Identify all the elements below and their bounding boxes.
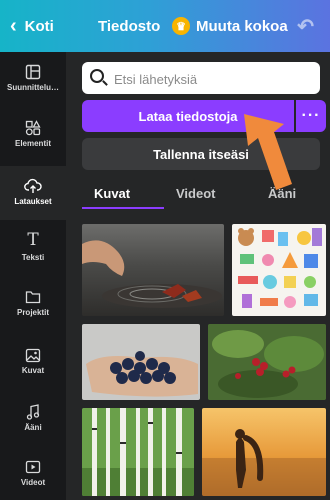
- sidebar-item-label: Suunnittelu…: [7, 83, 59, 92]
- sidebar-item-label: Kuvat: [21, 366, 45, 375]
- sidebar-item-uploads[interactable]: Lataukset: [0, 166, 66, 220]
- uploaded-image-birch-forest[interactable]: [82, 408, 194, 496]
- sidebar-item-label: Elementit: [14, 139, 51, 148]
- chevron-left-icon: ‹: [10, 15, 17, 37]
- undo-icon[interactable]: ↶: [297, 0, 314, 52]
- record-yourself-button[interactable]: Tallenna itseäsi: [82, 138, 320, 170]
- sidebar: Suunnittelu… Elementit Lataukset T Tekst…: [0, 52, 66, 500]
- uploads-panel: Lataa tiedostoja ··· Tallenna itseäsi Ku…: [66, 52, 330, 500]
- lingonberries-photo: [208, 324, 326, 400]
- sidebar-item-text[interactable]: T Teksti: [0, 230, 66, 270]
- sidebar-item-design[interactable]: Suunnittelu…: [0, 60, 66, 104]
- tab-videos[interactable]: Videot: [176, 186, 216, 201]
- sidebar-item-projects[interactable]: Projektit: [0, 288, 66, 328]
- tab-photos[interactable]: Kuvat: [94, 186, 130, 201]
- toys-illustration: [238, 228, 322, 308]
- search-box[interactable]: [82, 62, 320, 96]
- tab-audio[interactable]: Ääni: [268, 186, 296, 201]
- resize-button[interactable]: ♛ Muuta kokoa: [172, 0, 288, 52]
- uploaded-image-toys[interactable]: [232, 224, 326, 316]
- top-bar: ‹ Koti Tiedosto ♛ Muuta kokoa ↶: [0, 0, 330, 52]
- search-icon: [90, 69, 104, 83]
- cloud-upload-icon: [24, 178, 42, 193]
- text-icon: T: [27, 230, 39, 250]
- sidebar-item-label: Videot: [20, 478, 46, 487]
- sidebar-item-label: Teksti: [21, 253, 45, 262]
- search-input[interactable]: [112, 62, 316, 96]
- sidebar-item-label: Lataukset: [14, 197, 52, 206]
- upload-files-button[interactable]: Lataa tiedostoja: [82, 100, 294, 132]
- elements-icon: [25, 120, 41, 136]
- uploaded-image-lingonberries[interactable]: [208, 324, 326, 400]
- crown-icon: ♛: [172, 17, 190, 35]
- active-tab-indicator: [82, 207, 164, 209]
- layout-icon: [25, 64, 41, 80]
- file-menu-button[interactable]: Tiedosto: [98, 0, 160, 52]
- resize-label: Muuta kokoa: [196, 17, 288, 35]
- folder-icon: [25, 291, 41, 304]
- birch-forest-photo: [82, 408, 194, 496]
- music-icon: [26, 404, 40, 420]
- uploaded-image-blueberries[interactable]: [82, 324, 200, 400]
- sidebar-item-label: Projektit: [16, 308, 49, 317]
- sidebar-item-audio[interactable]: Ääni: [0, 402, 66, 442]
- home-button[interactable]: ‹ Koti: [10, 0, 54, 52]
- image-icon: [25, 348, 41, 363]
- blueberries-photo: [86, 351, 198, 397]
- sidebar-item-label: Ääni: [24, 423, 42, 432]
- hand-water-photo: [82, 240, 222, 308]
- sidebar-item-videos[interactable]: Videot: [0, 456, 66, 496]
- home-label: Koti: [24, 17, 54, 35]
- uploaded-image-surfer-sunset[interactable]: [202, 408, 326, 496]
- uploaded-image-hand-water[interactable]: [82, 224, 224, 316]
- sidebar-item-elements[interactable]: Elementit: [0, 116, 66, 156]
- sidebar-item-photos[interactable]: Kuvat: [0, 346, 66, 386]
- surfer-sunset-photo: [202, 408, 326, 496]
- video-icon: [25, 460, 41, 474]
- more-options-button[interactable]: ···: [296, 100, 326, 132]
